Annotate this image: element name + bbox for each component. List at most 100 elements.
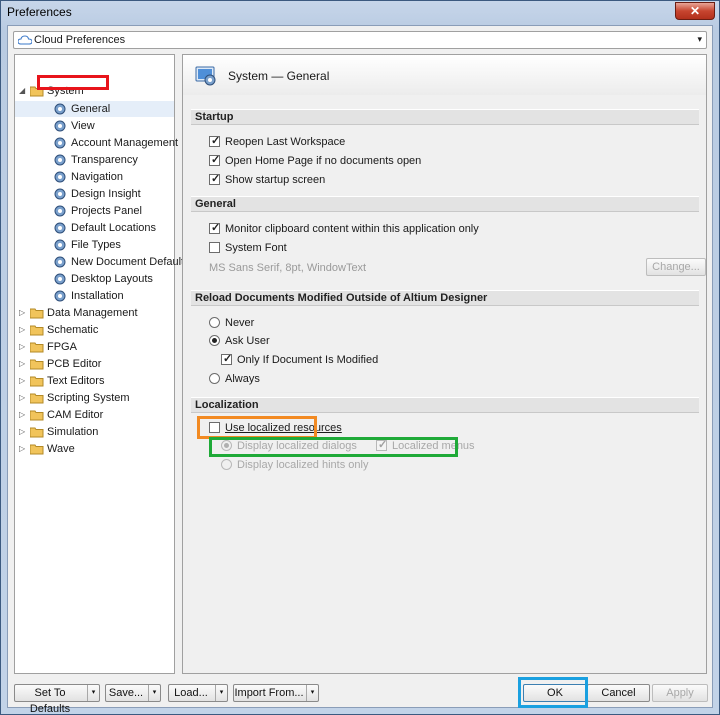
- tree-item-label: File Types: [71, 239, 121, 251]
- chevron-down-icon: ▾: [697, 34, 702, 44]
- tree-item-label: Installation: [71, 290, 124, 302]
- collapsed-icon[interactable]: ▷: [19, 373, 27, 389]
- localized-menus-checkbox[interactable]: Localized menus: [376, 438, 476, 453]
- collapsed-icon[interactable]: ▷: [19, 305, 27, 321]
- tree-item-account-management[interactable]: Account Management: [53, 135, 178, 151]
- tree-item-label: Transparency: [71, 154, 138, 166]
- monitor-clipboard-checkbox[interactable]: Monitor clipboard content within this ap…: [209, 221, 529, 236]
- checkbox-box[interactable]: [209, 242, 220, 253]
- collapsed-icon[interactable]: ▷: [19, 424, 27, 440]
- page-header: System — General: [183, 55, 706, 95]
- folder-open-icon: [30, 86, 44, 97]
- tree-node-label: Simulation: [47, 426, 99, 438]
- checkbox-box[interactable]: [209, 134, 220, 148]
- tree-node-label: System: [47, 85, 84, 97]
- checkbox-box[interactable]: [376, 438, 387, 452]
- display-localized-hints-radio[interactable]: Display localized hints only: [221, 458, 401, 472]
- import-from-button[interactable]: Import From... ▾: [233, 684, 319, 702]
- tree-item-view[interactable]: View: [53, 118, 171, 134]
- tree-node-label: CAM Editor: [47, 409, 104, 421]
- tree-item-general[interactable]: General: [53, 101, 171, 117]
- folder-icon: [30, 393, 44, 404]
- radio-label: Ask User: [225, 335, 270, 347]
- chevron-down-icon[interactable]: ▾: [306, 685, 318, 701]
- reopen-workspace-checkbox[interactable]: Reopen Last Workspace: [209, 134, 409, 149]
- reload-ask-user-radio[interactable]: Ask User: [209, 334, 359, 348]
- gear-icon: [54, 290, 66, 302]
- checkbox-box[interactable]: [209, 422, 220, 433]
- save-button[interactable]: Save... ▾: [105, 684, 161, 702]
- tree-item-label: View: [71, 120, 95, 132]
- checkbox-box[interactable]: [209, 221, 220, 235]
- apply-button[interactable]: Apply: [652, 684, 708, 702]
- tree-node-text-editors[interactable]: ▷ Text Editors: [19, 373, 169, 389]
- tree-node-scripting-system[interactable]: ▷ Scripting System: [19, 390, 169, 406]
- show-startup-screen-checkbox[interactable]: Show startup screen: [209, 172, 409, 187]
- radio-label: Display localized dialogs: [237, 440, 357, 452]
- gear-icon: [54, 256, 66, 268]
- checkbox-box[interactable]: [221, 352, 232, 366]
- tree-node-cam-editor[interactable]: ▷ CAM Editor: [19, 407, 169, 423]
- load-button[interactable]: Load... ▾: [168, 684, 228, 702]
- tree-node-data-management[interactable]: ▷ Data Management: [19, 305, 169, 321]
- radio-label: Always: [225, 373, 260, 385]
- chevron-down-icon[interactable]: ▾: [87, 685, 99, 701]
- radio-circle[interactable]: [221, 440, 232, 451]
- system-settings-icon: [195, 66, 216, 86]
- checkbox-label: Reopen Last Workspace: [225, 136, 346, 148]
- radio-circle[interactable]: [209, 335, 220, 346]
- collapsed-icon[interactable]: ▷: [19, 441, 27, 457]
- tree-node-pcb-editor[interactable]: ▷ PCB Editor: [19, 356, 169, 372]
- tree-item-label: General: [71, 103, 111, 115]
- tree-item-default-locations[interactable]: Default Locations: [53, 220, 171, 236]
- close-button[interactable]: ✕: [675, 2, 715, 20]
- checkbox-box[interactable]: [209, 172, 220, 186]
- only-if-modified-checkbox[interactable]: Only If Document Is Modified: [221, 352, 441, 367]
- tree-node-fpga[interactable]: ▷ FPGA: [19, 339, 169, 355]
- radio-circle[interactable]: [209, 317, 220, 328]
- tree-item-projects-panel[interactable]: Projects Panel: [53, 203, 171, 219]
- tree-item-design-insight[interactable]: Design Insight: [53, 186, 171, 202]
- tree-item-transparency[interactable]: Transparency: [53, 152, 171, 168]
- tree-node-label: Schematic: [47, 324, 99, 336]
- folder-icon: [30, 359, 44, 370]
- set-to-defaults-button[interactable]: Set To Defaults ▾: [14, 684, 100, 715]
- tree-item-desktop-layouts[interactable]: Desktop Layouts: [53, 271, 171, 287]
- tree-node-system[interactable]: ◢ System: [19, 83, 169, 99]
- display-localized-dialogs-radio[interactable]: Display localized dialogs: [221, 439, 371, 453]
- tree-node-wave[interactable]: ▷ Wave: [19, 441, 169, 457]
- tree-item-installation[interactable]: Installation: [53, 288, 171, 304]
- radio-circle[interactable]: [209, 373, 220, 384]
- tree-item-label: Navigation: [71, 171, 123, 183]
- checkbox-label: Open Home Page if no documents open: [225, 155, 422, 167]
- reload-always-radio[interactable]: Always: [209, 372, 359, 386]
- collapsed-icon[interactable]: ▷: [19, 339, 27, 355]
- preferences-scope-select[interactable]: Cloud Preferences ▾: [13, 31, 707, 49]
- open-home-page-checkbox[interactable]: Open Home Page if no documents open: [209, 153, 469, 168]
- radio-circle[interactable]: [221, 459, 232, 470]
- ok-button[interactable]: OK: [523, 684, 587, 702]
- chevron-down-icon[interactable]: ▾: [148, 685, 160, 701]
- tree-node-schematic[interactable]: ▷ Schematic: [19, 322, 169, 338]
- collapsed-icon[interactable]: ▷: [19, 322, 27, 338]
- collapsed-icon[interactable]: ▷: [19, 390, 27, 406]
- tree-item-new-document-defaults[interactable]: New Document Defaults: [53, 254, 190, 270]
- window-title: Preferences: [7, 5, 72, 19]
- tree-node-simulation[interactable]: ▷ Simulation: [19, 424, 169, 440]
- reload-never-radio[interactable]: Never: [209, 316, 359, 330]
- tree-item-file-types[interactable]: File Types: [53, 237, 171, 253]
- use-localized-resources-checkbox[interactable]: Use localized resources: [209, 421, 409, 435]
- title-bar: Preferences ✕: [1, 1, 719, 23]
- expanded-icon[interactable]: ◢: [19, 83, 27, 99]
- gear-icon: [54, 120, 66, 132]
- cancel-button[interactable]: Cancel: [587, 684, 650, 702]
- system-font-checkbox[interactable]: System Font: [209, 241, 409, 255]
- checkbox-box[interactable]: [209, 153, 220, 167]
- preferences-scope-value: Cloud Preferences: [34, 34, 126, 46]
- section-startup: Startup: [191, 109, 699, 125]
- collapsed-icon[interactable]: ▷: [19, 356, 27, 372]
- tree-item-navigation[interactable]: Navigation: [53, 169, 171, 185]
- chevron-down-icon[interactable]: ▾: [215, 685, 227, 701]
- collapsed-icon[interactable]: ▷: [19, 407, 27, 423]
- change-font-button[interactable]: Change...: [646, 258, 706, 276]
